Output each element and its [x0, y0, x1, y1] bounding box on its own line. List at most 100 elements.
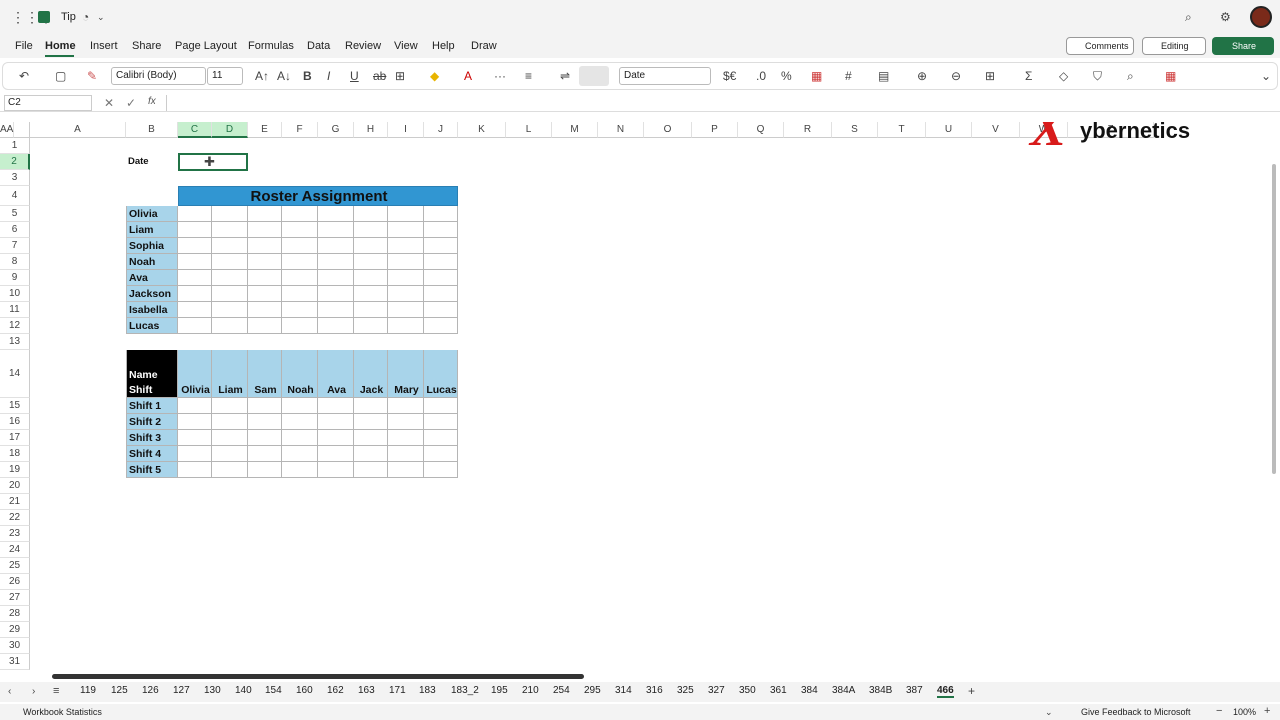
row-header-15[interactable]: 15 [0, 398, 30, 414]
shift-col-liam[interactable]: Liam [212, 350, 248, 398]
roster-cell[interactable] [282, 206, 318, 222]
column-header-s[interactable]: S [832, 122, 878, 138]
cell-styles-icon[interactable]: ▤ [878, 69, 889, 83]
roster-cell[interactable] [318, 238, 354, 254]
shift-cell[interactable] [424, 462, 458, 478]
menu-insert[interactable]: Insert [90, 40, 118, 52]
column-header-b[interactable]: B [126, 122, 178, 138]
shift-cell[interactable] [318, 462, 354, 478]
roster-cell[interactable] [424, 238, 458, 254]
column-header-m[interactable]: M [552, 122, 598, 138]
autosum-icon[interactable]: Σ [1025, 69, 1032, 83]
shift-col-ava[interactable]: Ava [318, 350, 354, 398]
shift-cell[interactable] [354, 398, 388, 414]
sheet-tab-295[interactable]: 295 [584, 685, 601, 696]
editing-mode-button[interactable]: Editing [1142, 37, 1206, 55]
roster-cell[interactable] [282, 222, 318, 238]
roster-name-lucas[interactable]: Lucas [126, 318, 178, 334]
sheet-tab-126[interactable]: 126 [142, 685, 159, 696]
menu-page-layout[interactable]: Page Layout [175, 40, 237, 52]
column-header-f[interactable]: F [282, 122, 318, 138]
title-chevron-icon[interactable]: ⌄ [97, 10, 105, 24]
shift-cell[interactable] [318, 398, 354, 414]
shift-col-lucas[interactable]: Lucas [424, 350, 458, 398]
column-header-k[interactable]: K [458, 122, 506, 138]
roster-cell[interactable] [388, 286, 424, 302]
add-sheet-icon[interactable]: + [968, 684, 975, 698]
underline-button[interactable]: U [350, 69, 359, 83]
column-header-aa[interactable]: AA [0, 122, 15, 138]
column-header-t[interactable]: T [878, 122, 926, 138]
shift-cell[interactable] [248, 446, 282, 462]
row-header-3[interactable]: 3 [0, 170, 30, 186]
roster-cell[interactable] [354, 270, 388, 286]
date-label[interactable]: Date [126, 154, 178, 170]
sheet-tab-314[interactable]: 314 [615, 685, 632, 696]
vertical-scroll-thumb[interactable] [1272, 164, 1276, 474]
name-box[interactable]: C2 [4, 95, 92, 111]
italic-button[interactable]: I [327, 69, 330, 83]
feedback-link[interactable]: Give Feedback to Microsoft [1081, 707, 1191, 717]
roster-cell[interactable] [248, 318, 282, 334]
column-header-c[interactable]: C [178, 122, 212, 138]
insert-cells-icon[interactable]: ⊕ [917, 69, 927, 83]
menu-view[interactable]: View [394, 40, 418, 52]
sheet-tab-162[interactable]: 162 [327, 685, 344, 696]
sheet-tab-119[interactable]: 119 [80, 685, 96, 696]
roster-cell[interactable] [424, 254, 458, 270]
wrap-text-icon[interactable]: ⇌ [560, 69, 570, 83]
tab-prev-icon[interactable]: ‹ [8, 685, 11, 699]
row-header-8[interactable]: 8 [0, 254, 30, 270]
shift-cell[interactable] [178, 462, 212, 478]
ribbon-collapse-icon[interactable]: ⌄ [1261, 69, 1271, 83]
shift-col-sam[interactable]: Sam [248, 350, 282, 398]
shift-cell[interactable] [178, 398, 212, 414]
roster-cell[interactable] [318, 302, 354, 318]
shift-cell[interactable] [424, 430, 458, 446]
shift-cell[interactable] [248, 414, 282, 430]
row-header-16[interactable]: 16 [0, 414, 30, 430]
roster-cell[interactable] [178, 238, 212, 254]
roster-cell[interactable] [248, 206, 282, 222]
shift-cell[interactable] [388, 446, 424, 462]
format-table-icon[interactable]: # [845, 69, 852, 83]
shift-row-3[interactable]: Shift 3 [126, 430, 178, 446]
row-header-21[interactable]: 21 [0, 494, 30, 510]
column-header-e[interactable]: E [248, 122, 282, 138]
row-header-20[interactable]: 20 [0, 478, 30, 494]
shift-cell[interactable] [178, 430, 212, 446]
row-header-26[interactable]: 26 [0, 574, 30, 590]
sensitivity-icon[interactable]: ◔ [82, 10, 89, 24]
row-header-12[interactable]: 12 [0, 318, 30, 334]
shift-col-jack[interactable]: Jack [354, 350, 388, 398]
shift-cell[interactable] [282, 414, 318, 430]
roster-cell[interactable] [178, 222, 212, 238]
column-header-u[interactable]: U [926, 122, 972, 138]
roster-cell[interactable] [248, 302, 282, 318]
status-chevron-icon[interactable]: ⌄ [1045, 705, 1053, 719]
font-size-dropdown[interactable]: 11 [207, 67, 243, 85]
shift-cell[interactable] [354, 462, 388, 478]
shift-cell[interactable] [388, 430, 424, 446]
roster-cell[interactable] [318, 222, 354, 238]
column-header-o[interactable]: O [644, 122, 692, 138]
shift-cell[interactable] [212, 414, 248, 430]
enter-icon[interactable]: ✓ [126, 96, 136, 110]
function-icon[interactable]: fx [148, 96, 156, 107]
roster-cell[interactable] [388, 254, 424, 270]
row-header-25[interactable]: 25 [0, 558, 30, 574]
roster-cell[interactable] [318, 254, 354, 270]
column-header-i[interactable]: I [388, 122, 424, 138]
zoom-in-icon[interactable]: + [1264, 704, 1270, 718]
row-header-11[interactable]: 11 [0, 302, 30, 318]
roster-cell[interactable] [388, 206, 424, 222]
roster-cell[interactable] [354, 254, 388, 270]
shift-cell[interactable] [354, 430, 388, 446]
roster-cell[interactable] [354, 302, 388, 318]
roster-cell[interactable] [248, 222, 282, 238]
column-header-q[interactable]: Q [738, 122, 784, 138]
sheet-tab-171[interactable]: 171 [389, 685, 406, 696]
shift-cell[interactable] [282, 430, 318, 446]
roster-cell[interactable] [212, 206, 248, 222]
roster-cell[interactable] [424, 286, 458, 302]
